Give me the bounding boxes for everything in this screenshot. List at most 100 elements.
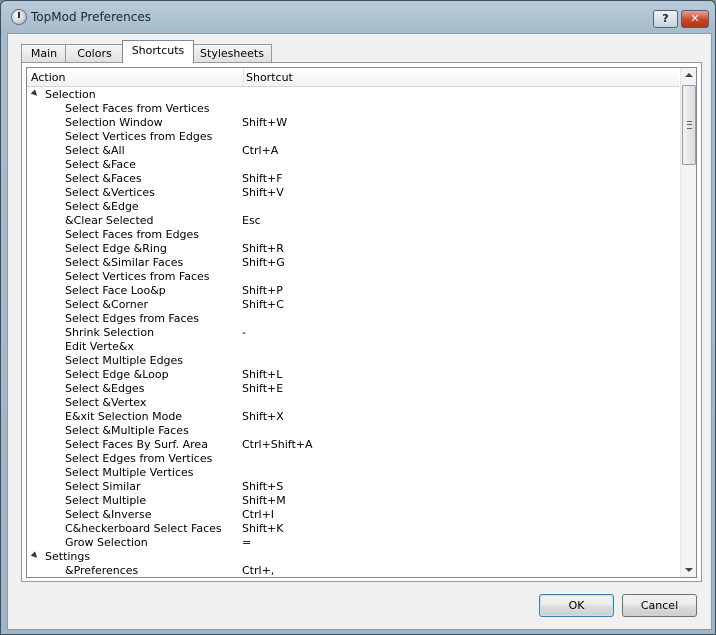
- shortcut-row[interactable]: Select Multiple Shift+M: [27, 494, 679, 508]
- shortcut-value[interactable]: Ctrl+A: [242, 144, 278, 158]
- shortcut-row[interactable]: Select Edge &Loop Shift+L: [27, 368, 679, 382]
- shortcut-row[interactable]: Select &Faces Shift+F: [27, 172, 679, 186]
- shortcut-value[interactable]: Shift+E: [242, 382, 283, 396]
- shortcut-value[interactable]: -: [242, 326, 246, 340]
- action-label: Select &Vertices: [65, 186, 155, 199]
- action-label: E&xit Selection Mode: [65, 410, 183, 423]
- column-header-shortcut[interactable]: Shortcut: [246, 71, 293, 84]
- cancel-button[interactable]: Cancel: [622, 594, 697, 617]
- shortcut-row[interactable]: C&heckerboard Select Faces Shift+K: [27, 522, 679, 536]
- grip-icon: [687, 121, 692, 129]
- action-label: Select &Vertex: [65, 396, 147, 409]
- title-bar[interactable]: TopMod Preferences ? ✕: [1, 1, 715, 33]
- shortcut-row[interactable]: Shrink Selection -: [27, 326, 679, 340]
- shortcut-row[interactable]: Select Edges from Faces: [27, 312, 679, 326]
- action-label: Select &Multiple Faces: [65, 424, 189, 437]
- shortcut-value[interactable]: Shift+S: [242, 480, 283, 494]
- shortcut-row[interactable]: Select &Multiple Faces: [27, 424, 679, 438]
- shortcut-row[interactable]: Select Vertices from Faces: [27, 270, 679, 284]
- expand-arrow-icon[interactable]: [30, 551, 40, 560]
- shortcut-value[interactable]: Ctrl+I: [242, 508, 274, 522]
- action-label: Select Edges from Vertices: [65, 452, 213, 465]
- shortcut-row[interactable]: &Clear Selected Esc: [27, 214, 679, 228]
- shortcut-value[interactable]: =: [242, 536, 251, 550]
- column-header: Action Shortcut: [27, 68, 679, 87]
- shortcut-value[interactable]: Shift+P: [242, 284, 283, 298]
- action-label: Select &All: [65, 144, 125, 157]
- shortcut-row[interactable]: E&xit Selection Mode Shift+X: [27, 410, 679, 424]
- shortcut-value[interactable]: Shift+W: [242, 116, 287, 130]
- group-row[interactable]: Settings: [27, 550, 679, 564]
- shortcut-value[interactable]: Shift+M: [242, 494, 286, 508]
- expand-arrow-icon[interactable]: [30, 89, 40, 98]
- action-label: Select Multiple Edges: [65, 354, 184, 367]
- shortcut-value[interactable]: Ctrl+,: [242, 564, 274, 577]
- shortcut-row[interactable]: Select Multiple Vertices: [27, 466, 679, 480]
- tab-main[interactable]: Main: [21, 44, 67, 62]
- tab-stylesheets[interactable]: Stylesheets: [192, 44, 272, 62]
- action-label: C&heckerboard Select Faces: [65, 522, 222, 535]
- shortcut-value[interactable]: Ctrl+Shift+A: [242, 438, 313, 452]
- shortcut-row[interactable]: Select &All Ctrl+A: [27, 144, 679, 158]
- ok-button[interactable]: OK: [539, 594, 614, 617]
- shortcut-value[interactable]: Shift+C: [242, 298, 284, 312]
- shortcut-row[interactable]: Select Similar Shift+S: [27, 480, 679, 494]
- shortcut-row[interactable]: Select &Inverse Ctrl+I: [27, 508, 679, 522]
- action-label: Shrink Selection: [65, 326, 155, 339]
- shortcut-row[interactable]: Select Vertices from Edges: [27, 130, 679, 144]
- shortcuts-tree[interactable]: Action Shortcut Selection Select Faces fr…: [26, 67, 697, 578]
- close-button[interactable]: ✕: [681, 10, 709, 28]
- action-label: Select &Faces: [65, 172, 142, 185]
- shortcut-row[interactable]: Select &Corner Shift+C: [27, 298, 679, 312]
- action-label: Select &Edges: [65, 382, 145, 395]
- action-label: Select Vertices from Edges: [65, 130, 213, 143]
- scroll-down-icon[interactable]: [685, 568, 693, 572]
- shortcut-value[interactable]: Esc: [242, 214, 261, 228]
- dialog-client-area: Main Colors Shortcuts Stylesheets Action…: [7, 33, 712, 630]
- action-label: Select &Corner: [65, 298, 149, 311]
- shortcut-row[interactable]: Selection Window Shift+W: [27, 116, 679, 130]
- shortcut-value[interactable]: Shift+X: [242, 410, 284, 424]
- tab-colors[interactable]: Colors: [65, 44, 124, 62]
- shortcut-row[interactable]: Grow Selection =: [27, 536, 679, 550]
- preferences-window: TopMod Preferences ? ✕ Main Colors Short…: [0, 0, 716, 635]
- column-divider[interactable]: [243, 68, 244, 86]
- shortcut-row[interactable]: Select Faces from Vertices: [27, 102, 679, 116]
- shortcut-rows: Selection Select Faces from Vertices Selec…: [27, 88, 679, 577]
- shortcut-row[interactable]: Edit Verte&x: [27, 340, 679, 354]
- shortcut-row[interactable]: Select Faces By Surf. Area Ctrl+Shift+A: [27, 438, 679, 452]
- group-row[interactable]: Selection: [27, 88, 679, 102]
- action-label: Select Vertices from Faces: [65, 270, 210, 283]
- shortcut-value[interactable]: Shift+R: [242, 242, 284, 256]
- shortcut-row[interactable]: Select &Similar Faces Shift+G: [27, 256, 679, 270]
- action-label: Select Faces By Surf. Area: [65, 438, 208, 451]
- shortcut-row[interactable]: Select Face Loo&p Shift+P: [27, 284, 679, 298]
- shortcut-row[interactable]: Select &Vertices Shift+V: [27, 186, 679, 200]
- shortcut-row[interactable]: Select &Edges Shift+E: [27, 382, 679, 396]
- tab-shortcuts[interactable]: Shortcuts: [122, 40, 194, 63]
- window-title: TopMod Preferences: [31, 10, 151, 24]
- scroll-up-icon[interactable]: [685, 73, 693, 77]
- action-label: Select Face Loo&p: [65, 284, 166, 297]
- shortcut-row[interactable]: Select Edge &Ring Shift+R: [27, 242, 679, 256]
- shortcut-value[interactable]: Shift+L: [242, 368, 282, 382]
- shortcut-row[interactable]: Select Multiple Edges: [27, 354, 679, 368]
- action-label: Select Edge &Ring: [65, 242, 167, 255]
- shortcut-row[interactable]: Select &Vertex: [27, 396, 679, 410]
- shortcut-row[interactable]: Select Faces from Edges: [27, 228, 679, 242]
- action-label: Select Edges from Faces: [65, 312, 200, 325]
- action-label: Select Faces from Edges: [65, 228, 200, 241]
- shortcut-value[interactable]: Shift+G: [242, 256, 285, 270]
- vertical-scrollbar[interactable]: [680, 68, 696, 577]
- scroll-thumb[interactable]: [682, 85, 696, 165]
- shortcut-value[interactable]: Shift+F: [242, 172, 283, 186]
- shortcut-row[interactable]: Select &Edge: [27, 200, 679, 214]
- shortcut-row[interactable]: &Preferences Ctrl+,: [27, 564, 679, 577]
- column-header-action[interactable]: Action: [31, 71, 65, 84]
- shortcut-row[interactable]: Select Edges from Vertices: [27, 452, 679, 466]
- help-button[interactable]: ?: [653, 10, 678, 28]
- action-label: Select &Edge: [65, 200, 139, 213]
- shortcut-value[interactable]: Shift+K: [242, 522, 283, 536]
- shortcut-row[interactable]: Select &Face: [27, 158, 679, 172]
- shortcut-value[interactable]: Shift+V: [242, 186, 284, 200]
